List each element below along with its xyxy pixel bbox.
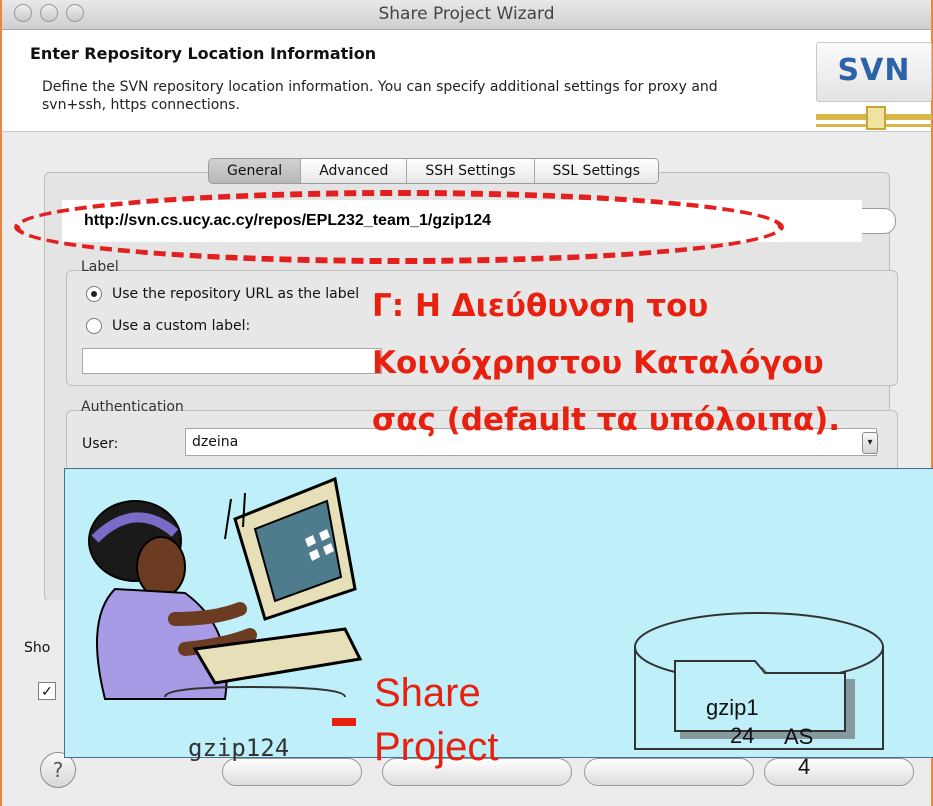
share-project-diagram bbox=[64, 468, 933, 758]
radio-button[interactable] bbox=[86, 318, 102, 334]
svn-logo-valve bbox=[866, 106, 886, 130]
show-option-checkbox[interactable]: ✓ bbox=[38, 682, 56, 700]
wizard-header: Enter Repository Location Information De… bbox=[2, 30, 932, 132]
share-label-line-2: Project bbox=[374, 725, 499, 769]
radio-custom-label-text: Use a custom label: bbox=[112, 318, 251, 334]
label-group-title: Label bbox=[81, 259, 119, 275]
custom-label-input[interactable] bbox=[82, 348, 382, 374]
svn-logo-box: SVN bbox=[816, 42, 932, 102]
tab-general[interactable]: General bbox=[209, 159, 302, 183]
repo-folder-2-label: AS 4 bbox=[784, 722, 813, 782]
user-value: dzeina bbox=[192, 434, 239, 450]
annotation-line-3: σας (default τα υπόλοιπα). bbox=[372, 402, 841, 438]
radio-use-url-label: Use the repository URL as the label bbox=[112, 286, 360, 302]
annotation-text: Γ: Η Διεύθυνση του Κοινόχρηστου Καταλόγο… bbox=[372, 278, 840, 449]
repo-folder-label-line-2: 24 bbox=[730, 723, 755, 748]
window-title: Share Project Wizard bbox=[378, 4, 555, 24]
annotation-line-1: Γ: Η Διεύθυνση του bbox=[372, 288, 709, 324]
tab-advanced[interactable]: Advanced bbox=[301, 159, 408, 183]
tab-bar: General Advanced SSH Settings SSL Settin… bbox=[208, 158, 659, 184]
page-description: Define the SVN repository location infor… bbox=[42, 79, 718, 113]
cancel-button[interactable] bbox=[584, 758, 754, 786]
local-project-label: gzip124 bbox=[188, 734, 290, 762]
radio-button-selected[interactable] bbox=[86, 286, 102, 302]
svn-logo-text: SVN bbox=[837, 53, 911, 88]
show-option-label: Sho bbox=[24, 640, 51, 656]
radio-use-url[interactable]: Use the repository URL as the label bbox=[86, 286, 359, 302]
authentication-group-title: Authentication bbox=[81, 399, 184, 415]
repo-folder-2-label-line-2: 4 bbox=[798, 754, 811, 779]
tab-ssh-settings[interactable]: SSH Settings bbox=[407, 159, 535, 183]
repo-folder-2-label-line-1: AS bbox=[784, 724, 814, 749]
title-bar: Share Project Wizard bbox=[2, 0, 931, 30]
tab-ssl-settings[interactable]: SSL Settings bbox=[534, 159, 658, 183]
repository-cylinder-illustration bbox=[634, 612, 884, 750]
repo-folder-label: gzip1 24 bbox=[706, 694, 759, 750]
share-label-line-1: Share bbox=[374, 671, 481, 715]
page-title: Enter Repository Location Information bbox=[30, 44, 377, 63]
woman-at-computer-illustration bbox=[88, 476, 363, 700]
chevron-down-icon[interactable]: ▾ bbox=[862, 432, 878, 454]
arrow-dash bbox=[332, 718, 356, 726]
radio-custom-label[interactable]: Use a custom label: bbox=[86, 318, 250, 334]
svn-logo: SVN bbox=[816, 42, 932, 132]
back-button[interactable] bbox=[222, 758, 362, 786]
user-label: User: bbox=[82, 436, 119, 452]
url-highlight-ellipse bbox=[14, 190, 784, 264]
url-combo-end[interactable] bbox=[860, 208, 896, 234]
repo-folder-label-line-1: gzip1 bbox=[706, 695, 759, 720]
wizard-window: Share Project Wizard Enter Repository Lo… bbox=[0, 0, 933, 806]
diagram-illustration bbox=[88, 476, 884, 750]
share-project-label: Share Project bbox=[374, 666, 499, 774]
annotation-line-2: Κοινόχρηστου Καταλόγου bbox=[372, 345, 824, 381]
